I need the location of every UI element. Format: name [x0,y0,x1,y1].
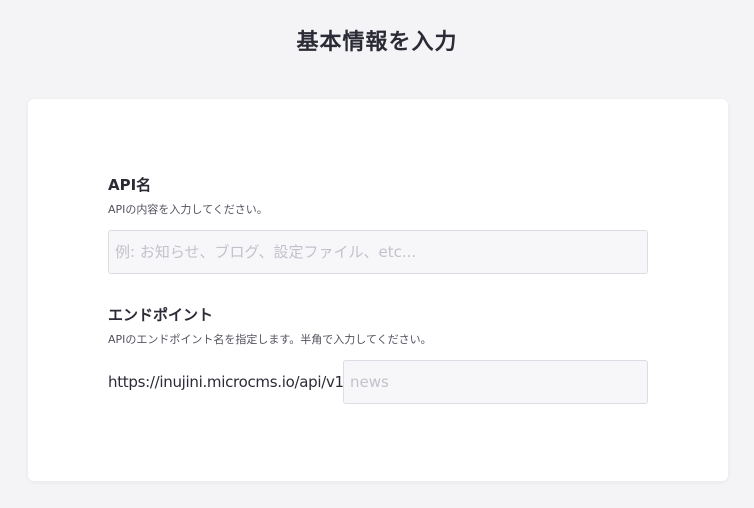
endpoint-url-prefix: https://inujini.microcms.io/api/v1/ [108,373,349,391]
endpoint-label: エンドポイント [108,306,214,324]
page-title: 基本情報を入力 [296,30,458,55]
endpoint-field: エンドポイント APIのエンドポイント名を指定します。半角で入力してください。 … [108,306,648,404]
endpoint-row: https://inujini.microcms.io/api/v1/ [108,360,648,404]
form-card: API名 APIの内容を入力してください。 エンドポイント APIのエンドポイン… [28,99,728,481]
api-name-field: API名 APIの内容を入力してください。 [108,176,648,274]
api-name-label: API名 [108,176,152,194]
api-name-input[interactable] [108,230,648,274]
api-name-description: APIの内容を入力してください。 [108,203,268,216]
endpoint-input[interactable] [343,360,648,404]
endpoint-description: APIのエンドポイント名を指定します。半角で入力してください。 [108,333,432,346]
